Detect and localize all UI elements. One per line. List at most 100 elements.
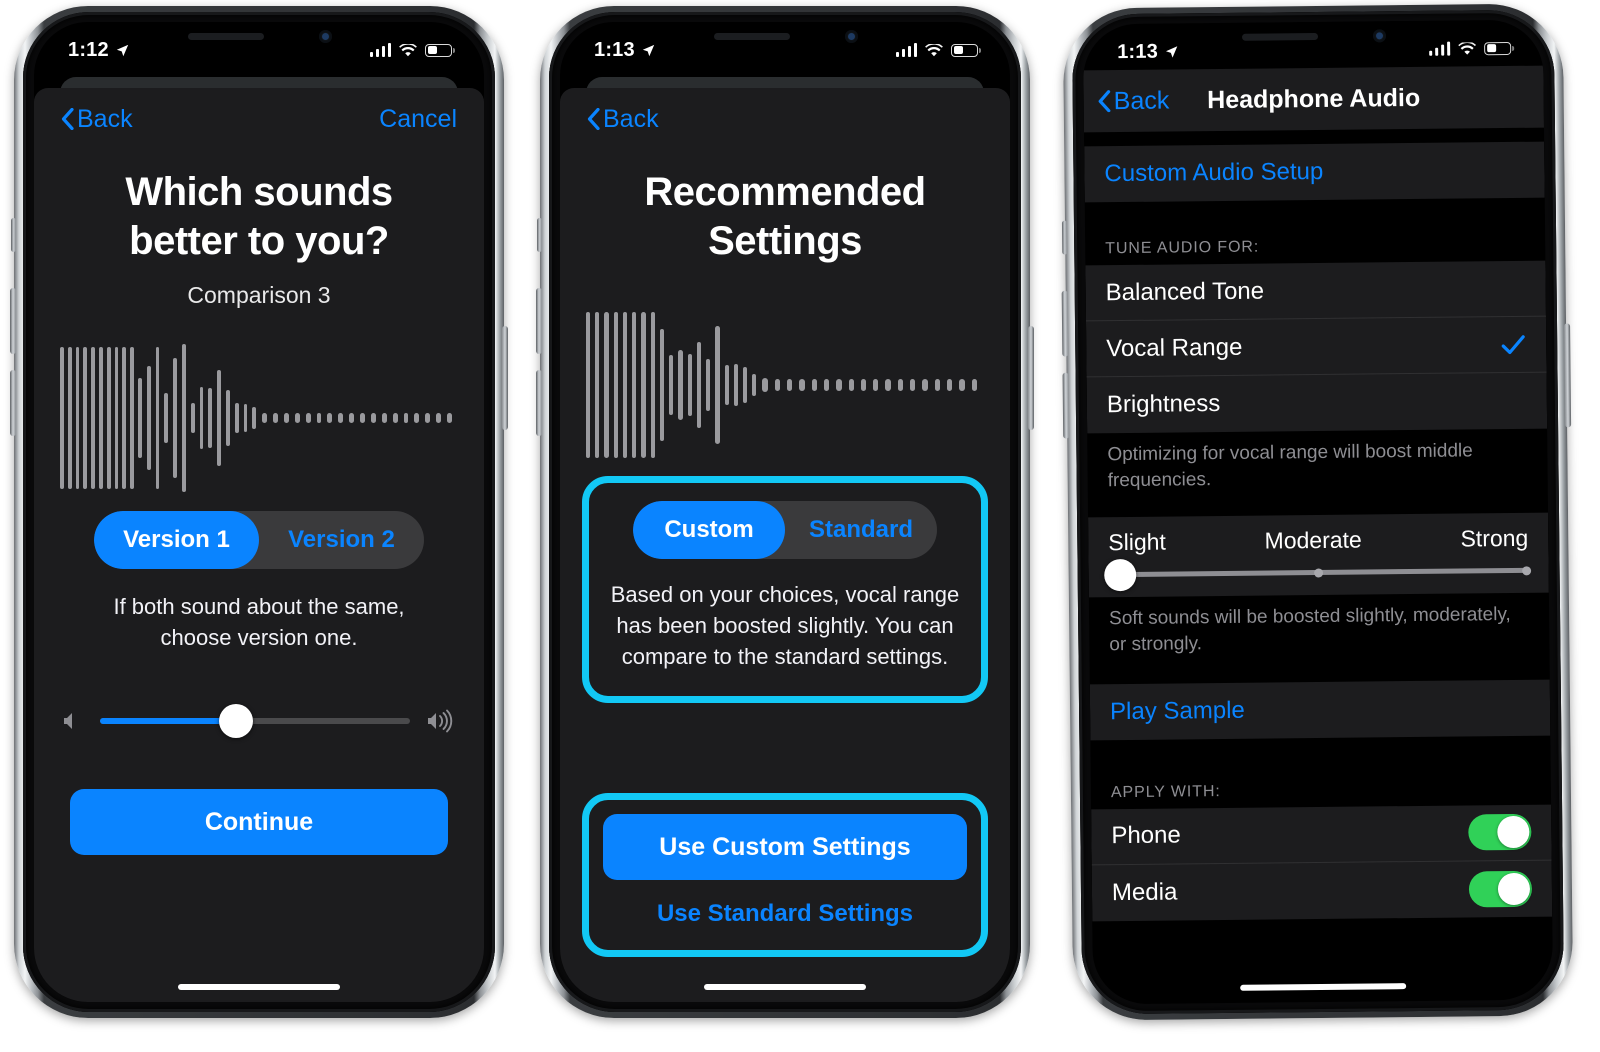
boost-strength-slider[interactable] (1104, 558, 1532, 592)
status-time-group: 1:12 (68, 39, 129, 62)
waveform-bar (687, 353, 692, 416)
use-standard-settings-button[interactable]: Use Standard Settings (603, 888, 967, 940)
tune-audio-list: Balanced Tone Vocal Range Brightness (1085, 260, 1548, 434)
waveform-bar (922, 378, 928, 391)
speaker-low-icon (64, 713, 72, 730)
waveform-bar (934, 378, 940, 391)
apply-option-toggle[interactable] (1468, 813, 1532, 851)
phone-3: 1:13 Back Headphone Audio Custom Audio S… (1061, 3, 1574, 1021)
location-arrow-icon (116, 44, 129, 56)
waveform-bar (959, 378, 965, 391)
tune-option-row[interactable]: Brightness (1087, 373, 1548, 434)
boost-strength-knob[interactable] (1104, 558, 1137, 592)
volume-knob[interactable] (219, 704, 254, 739)
home-indicator[interactable] (704, 984, 866, 990)
sheet-nav-bar: Back Cancel (56, 88, 462, 150)
waveform-bar (67, 346, 72, 489)
waveform-bar (217, 369, 221, 466)
waveform-bar (75, 346, 80, 489)
waveform-bar (436, 412, 441, 423)
waveform-bar (91, 346, 95, 489)
back-label: Back (1113, 86, 1170, 115)
phone-2: 1:13 Back Recommended Settings Custom St… (536, 6, 1034, 1018)
status-time: 1:13 (1117, 40, 1159, 63)
actions-callout: Use Custom Settings Use Standard Setting… (582, 793, 988, 958)
status-icons (1428, 41, 1512, 56)
waveform-bar (787, 378, 793, 391)
location-arrow-icon (1165, 45, 1178, 58)
cancel-button[interactable]: Cancel (379, 105, 457, 134)
volume-fill (100, 718, 237, 725)
volume-up-button[interactable] (10, 288, 16, 354)
waveform-bar (860, 378, 867, 391)
volume-slider[interactable] (56, 704, 462, 739)
waveform-bar (873, 378, 879, 391)
silent-switch[interactable] (11, 218, 16, 252)
waveform-bar (724, 364, 729, 405)
waveform-bar (414, 412, 420, 423)
custom-audio-setup-row[interactable]: Custom Audio Setup (1084, 142, 1545, 203)
waveform-bar (164, 392, 169, 443)
modal-sheet: Back Cancel Which sounds better to you? … (34, 88, 484, 1002)
volume-down-button[interactable] (536, 370, 542, 436)
home-indicator[interactable] (178, 984, 340, 990)
volume-down-button[interactable] (1062, 372, 1070, 439)
segment-version-2[interactable]: Version 2 (259, 511, 424, 569)
back-button[interactable]: Back (61, 105, 133, 134)
back-button[interactable]: Back (587, 105, 659, 134)
tune-option-row[interactable]: Balanced Tone (1085, 260, 1546, 322)
waveform-bar (381, 412, 387, 423)
waveform-bar (181, 343, 186, 492)
volume-track[interactable] (100, 704, 410, 739)
back-label: Back (77, 104, 133, 133)
waveform-bar (641, 311, 646, 458)
volume-up-button[interactable] (1061, 290, 1069, 357)
apply-option-row[interactable]: Media (1092, 860, 1553, 921)
power-button[interactable] (1564, 323, 1572, 428)
play-sample-row[interactable]: Play Sample (1090, 679, 1551, 740)
use-custom-settings-button[interactable]: Use Custom Settings (603, 814, 967, 881)
comparison-subtitle: Comparison 3 (187, 281, 331, 308)
waveform-bar (678, 349, 683, 420)
waveform-bar (971, 378, 977, 391)
waveform-bar (130, 346, 134, 489)
power-button[interactable] (502, 326, 508, 430)
phone-1: 1:12 Back Cancel Which sounds better to … (10, 6, 508, 1018)
apply-option-row[interactable]: Phone (1091, 804, 1552, 865)
waveform-bar (370, 412, 376, 423)
apply-option-toggle[interactable] (1468, 870, 1533, 908)
apply-option-label: Media (1111, 878, 1178, 906)
waveform-bar (225, 389, 230, 446)
apply-option-label: Phone (1111, 821, 1181, 850)
waveform-bar (774, 378, 781, 391)
tune-option-row[interactable]: Vocal Range (1085, 316, 1547, 378)
segment-custom[interactable]: Custom (633, 500, 785, 559)
earpiece-speaker (188, 33, 264, 40)
back-button[interactable]: Back (1098, 86, 1170, 116)
version-segmented-control[interactable]: Version 1 Version 2 (94, 510, 424, 569)
preset-segmented-control[interactable]: Custom Standard (633, 500, 937, 559)
waveform-bar (595, 311, 600, 458)
volume-down-button[interactable] (10, 370, 16, 436)
waveform-bar (604, 311, 609, 458)
waveform-bar (199, 386, 204, 449)
segment-standard[interactable]: Standard (785, 501, 937, 559)
silent-switch[interactable] (1061, 220, 1068, 255)
apply-with-header: APPLY WITH: (1110, 782, 1221, 801)
waveform-bar (114, 346, 119, 489)
continue-button[interactable]: Continue (70, 789, 448, 856)
power-button[interactable] (1028, 326, 1034, 430)
waveform-bar (586, 311, 591, 458)
wifi-icon (925, 43, 943, 56)
waveform-bar (360, 412, 365, 423)
waveform-bar (60, 346, 64, 489)
segment-version-1[interactable]: Version 1 (94, 510, 259, 569)
waveform-bar (632, 311, 637, 458)
status-icons (895, 42, 981, 57)
volume-up-button[interactable] (536, 288, 542, 354)
slider-tick-end (1522, 566, 1532, 576)
strength-moderate-label: Moderate (1264, 526, 1362, 554)
recommendation-callout: Custom Standard Based on your choices, v… (582, 475, 988, 704)
battery-icon (1484, 41, 1512, 55)
silent-switch[interactable] (537, 218, 542, 252)
